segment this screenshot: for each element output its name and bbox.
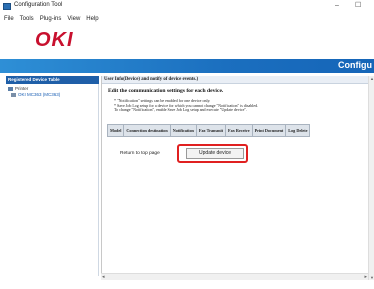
highlight-box bbox=[177, 144, 248, 163]
column-header-fax-receive[interactable]: Fax Receive bbox=[225, 124, 253, 137]
folder-icon bbox=[8, 86, 13, 91]
menu-tools[interactable]: Tools bbox=[20, 14, 34, 25]
maximize-button[interactable]: ☐ bbox=[355, 2, 361, 10]
scroll-left-icon[interactable]: ◂ bbox=[102, 274, 105, 280]
column-header-log-delete[interactable]: Log Delete bbox=[285, 124, 311, 137]
vertical-scrollbar[interactable]: ▲ ▼ bbox=[368, 76, 374, 280]
tree-item-device[interactable]: OKI MC363 (MC363) bbox=[11, 92, 60, 97]
horizontal-scrollbar[interactable]: ◂ ▸ bbox=[101, 273, 368, 280]
main-content: User Info(Device) and notify of device e… bbox=[101, 76, 374, 280]
tree-root-label: Printer bbox=[15, 86, 29, 91]
menu-help[interactable]: Help bbox=[86, 14, 98, 25]
column-header-model[interactable]: Model bbox=[106, 124, 125, 137]
header-bar: Configu bbox=[0, 59, 374, 73]
window-title: Configuration Tool bbox=[14, 2, 63, 8]
menu-plugins[interactable]: Plug-ins bbox=[40, 14, 62, 25]
menu-view[interactable]: View bbox=[67, 14, 80, 25]
title-bar: Configuration Tool – ☐ bbox=[0, 0, 374, 14]
scroll-down-icon[interactable]: ▼ bbox=[369, 275, 374, 280]
device-table: Model Connection destination Notificatio… bbox=[106, 124, 311, 137]
note-line: To change "Notification", enable Save Jo… bbox=[114, 107, 247, 113]
scroll-right-icon[interactable]: ▸ bbox=[364, 274, 367, 280]
app-icon bbox=[3, 3, 11, 10]
column-header-connection[interactable]: Connection destination bbox=[123, 124, 171, 137]
header-title: Configu bbox=[338, 60, 372, 70]
tree-root-printer[interactable]: Printer bbox=[8, 86, 28, 91]
minimize-button[interactable]: – bbox=[335, 2, 339, 10]
return-to-top-link[interactable]: Return to top page bbox=[120, 151, 160, 156]
device-tree-header: Registered Device Table bbox=[6, 76, 99, 84]
device-tree-panel: Registered Device Table Printer OKI MC36… bbox=[6, 76, 99, 276]
printer-icon bbox=[11, 92, 16, 97]
configuration-tool-window: Configuration Tool – ☐ File Tools Plug-i… bbox=[0, 0, 374, 289]
notes: * "Notification" settings can be enabled… bbox=[114, 98, 369, 113]
menu-bar: File Tools Plug-ins View Help bbox=[0, 14, 374, 25]
content-breadcrumb: User Info(Device) and notify of device e… bbox=[102, 76, 374, 84]
tree-item-label: OKI MC363 (MC363) bbox=[18, 92, 61, 97]
oki-logo: OKI bbox=[35, 29, 74, 51]
menu-file[interactable]: File bbox=[4, 14, 14, 25]
column-header-notification[interactable]: Notification bbox=[169, 124, 197, 137]
column-header-fax-transmit[interactable]: Fax Transmit bbox=[195, 124, 227, 137]
scroll-up-icon[interactable]: ▲ bbox=[369, 76, 374, 81]
section-title: Edit the communication settings for each… bbox=[108, 88, 224, 94]
table-header-row: Model Connection destination Notificatio… bbox=[106, 124, 311, 137]
column-header-print-document[interactable]: Print Document bbox=[251, 124, 287, 137]
